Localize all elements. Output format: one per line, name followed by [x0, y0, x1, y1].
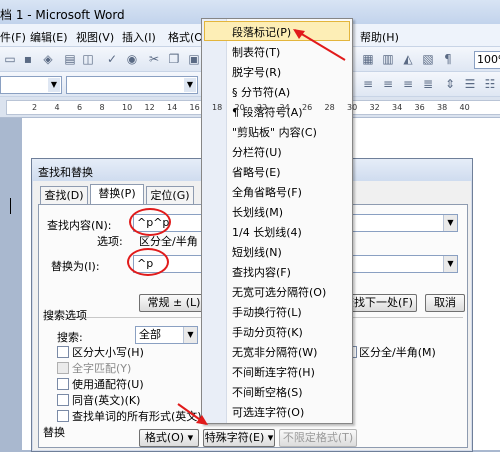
ruler-number: 40 [459, 103, 470, 112]
ruler-number: 2 [32, 103, 38, 112]
ruler-number: 20 [234, 103, 245, 112]
ruler-number: 18 [212, 103, 223, 112]
arrow-to-paragraph-mark [294, 29, 346, 61]
ruler-number: 12 [144, 103, 155, 112]
ruler-number: 28 [324, 103, 335, 112]
ruler-number: 16 [189, 103, 200, 112]
ruler-number: 4 [54, 103, 60, 112]
ruler-number: 6 [77, 103, 83, 112]
ruler-number: 38 [437, 103, 448, 112]
ruler-number: 26 [302, 103, 313, 112]
ruler-numbers: 2 4 6 8 10 12 14 16 18 20 22 24 26 28 30 32 34 36 38 40 [0, 100, 500, 114]
ruler-number: 10 [122, 103, 133, 112]
ruler-number: 8 [99, 103, 105, 112]
ruler-number: 22 [257, 103, 268, 112]
arrowhead-icon [196, 415, 208, 425]
ruler-number: 32 [369, 103, 380, 112]
ruler-number: 14 [167, 103, 178, 112]
ruler-number: 30 [347, 103, 358, 112]
ruler-number: 34 [392, 103, 403, 112]
annotation-arrows [177, 29, 346, 425]
ruler-number: 36 [414, 103, 425, 112]
ruler-number: 24 [279, 103, 290, 112]
